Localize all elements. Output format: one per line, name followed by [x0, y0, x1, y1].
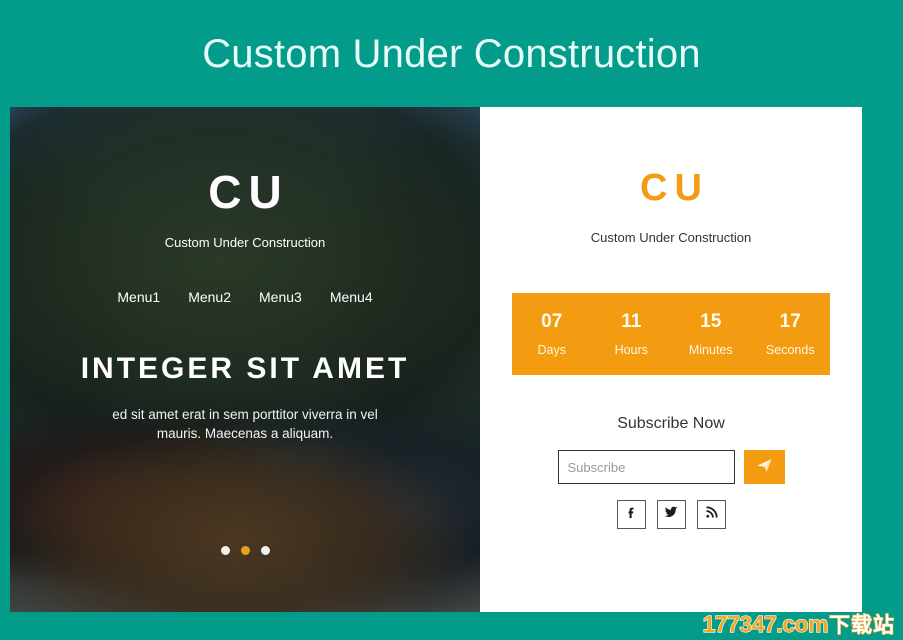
nav-item-menu4[interactable]: Menu4 [330, 290, 373, 304]
rss-icon [704, 505, 719, 525]
page-title: Custom Under Construction [202, 31, 701, 76]
info-panel: CU Custom Under Construction 07 Days 11 … [480, 107, 862, 612]
countdown-minutes-label: Minutes [688, 342, 733, 357]
slider-dot-2[interactable] [240, 546, 250, 555]
watermark-site: 177347.com [702, 611, 829, 637]
slider-dot-3[interactable] [260, 546, 270, 555]
slider-dot-1[interactable] [220, 546, 230, 555]
hero-description: ed sit amet erat in sem porttitor viverr… [112, 406, 378, 442]
hero-title: INTEGER SIT AMET [80, 352, 410, 385]
slider-panel[interactable]: CU Custom Under Construction Menu1 Menu2… [10, 107, 480, 612]
facebook-icon [624, 505, 639, 525]
subscribe-heading: Subscribe Now [617, 415, 725, 432]
nav-item-menu1[interactable]: Menu1 [117, 290, 160, 304]
countdown-days-label: Days [537, 342, 566, 357]
slider-pagination-dots [10, 546, 480, 555]
content-frame: CU Custom Under Construction Menu1 Menu2… [10, 107, 862, 612]
countdown-unit-days: 07 Days [512, 312, 592, 357]
subscribe-input[interactable] [557, 450, 735, 484]
countdown-unit-hours: 11 Hours [592, 312, 672, 357]
nav-item-menu3[interactable]: Menu3 [259, 290, 302, 304]
info-logo: CU [640, 167, 709, 209]
subscribe-form [557, 450, 785, 484]
slider-logo: CU [208, 166, 289, 218]
watermark: 177347.com 下载站 [702, 611, 895, 637]
social-link-facebook[interactable] [616, 500, 646, 529]
countdown-seconds-value: 17 [779, 310, 801, 332]
countdown-hours-label: Hours [614, 342, 648, 357]
slider-tagline: Custom Under Construction [164, 235, 326, 250]
subscribe-send-button[interactable] [743, 450, 785, 484]
social-link-twitter[interactable] [656, 500, 686, 529]
social-link-rss[interactable] [696, 500, 726, 529]
twitter-icon [663, 504, 679, 525]
page-header: Custom Under Construction [0, 0, 903, 107]
countdown-minutes-value: 15 [700, 310, 722, 332]
info-tagline: Custom Under Construction [590, 230, 752, 245]
countdown-unit-minutes: 15 Minutes [671, 312, 751, 357]
countdown-unit-seconds: 17 Seconds [751, 312, 831, 357]
paper-plane-icon [756, 457, 773, 477]
nav-item-menu2[interactable]: Menu2 [188, 290, 231, 304]
watermark-suffix: 下载站 [828, 613, 895, 637]
slider-content: CU Custom Under Construction Menu1 Menu2… [10, 107, 480, 612]
social-links [616, 500, 726, 529]
slider-nav-menu: Menu1 Menu2 Menu3 Menu4 [117, 290, 372, 304]
countdown-seconds-label: Seconds [765, 342, 815, 357]
countdown-days-value: 07 [541, 310, 563, 332]
countdown-timer: 07 Days 11 Hours 15 Minutes 17 Seconds [512, 293, 830, 375]
countdown-hours-value: 11 [621, 310, 642, 332]
